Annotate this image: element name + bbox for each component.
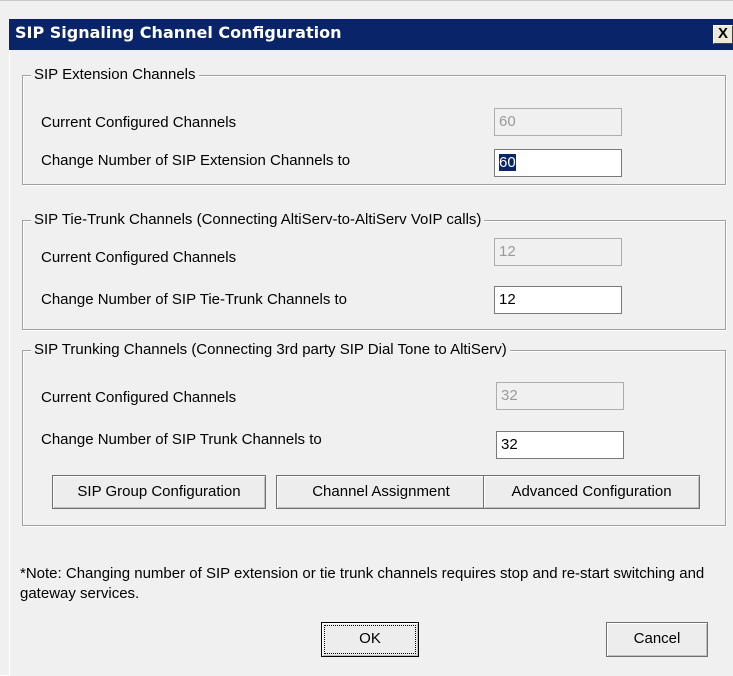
ok-button[interactable]: OK	[321, 622, 419, 657]
extension-current-label: Current Configured Channels	[41, 114, 237, 131]
extension-current-field: 60	[494, 108, 622, 136]
extension-channels-group: SIP Extension Channels Current Configure…	[22, 66, 726, 185]
advanced-configuration-button[interactable]: Advanced Configuration	[483, 475, 700, 509]
dialog-body: SIP Extension Channels Current Configure…	[9, 50, 733, 676]
tie-trunk-channels-legend: SIP Tie-Trunk Channels (Connecting AltiS…	[31, 211, 485, 228]
restart-note: *Note: Changing number of SIP extension …	[20, 565, 705, 602]
tie-trunk-change-label: Change Number of SIP Tie-Trunk Channels …	[41, 291, 347, 308]
tie-trunk-change-value: 12	[499, 291, 516, 308]
tie-trunk-current-label: Current Configured Channels	[41, 249, 237, 266]
close-icon: X	[717, 25, 728, 42]
channel-assignment-button[interactable]: Channel Assignment	[276, 475, 486, 509]
extension-channels-legend: SIP Extension Channels	[31, 66, 199, 83]
trunking-current-field: 32	[496, 382, 624, 410]
trunking-channels-group: SIP Trunking Channels (Connecting 3rd pa…	[22, 341, 726, 526]
dialog-window: SIP Signaling Channel Configuration X SI…	[0, 0, 733, 676]
trunking-current-value: 32	[501, 387, 518, 404]
extension-change-label: Change Number of SIP Extension Channels …	[41, 152, 351, 169]
tie-trunk-change-input[interactable]: 12	[494, 286, 622, 314]
close-button[interactable]: X	[713, 25, 733, 44]
window-title: SIP Signaling Channel Configuration	[15, 23, 342, 42]
trunking-current-label: Current Configured Channels	[41, 389, 237, 406]
tie-trunk-current-field: 12	[494, 238, 622, 266]
trunking-change-value: 32	[501, 436, 518, 453]
trunking-change-label: Change Number of SIP Trunk Channels to	[41, 431, 322, 448]
extension-change-input[interactable]: 60	[494, 149, 622, 177]
tie-trunk-current-value: 12	[499, 243, 516, 260]
extension-current-value: 60	[499, 113, 516, 130]
title-bar[interactable]: SIP Signaling Channel Configuration X	[9, 19, 733, 50]
sip-group-configuration-button[interactable]: SIP Group Configuration	[52, 475, 266, 509]
tie-trunk-channels-group: SIP Tie-Trunk Channels (Connecting AltiS…	[22, 211, 726, 330]
trunking-channels-legend: SIP Trunking Channels (Connecting 3rd pa…	[31, 341, 510, 358]
cancel-button[interactable]: Cancel	[606, 622, 708, 657]
extension-change-value: 60	[499, 154, 516, 171]
trunking-change-input[interactable]: 32	[496, 431, 624, 459]
